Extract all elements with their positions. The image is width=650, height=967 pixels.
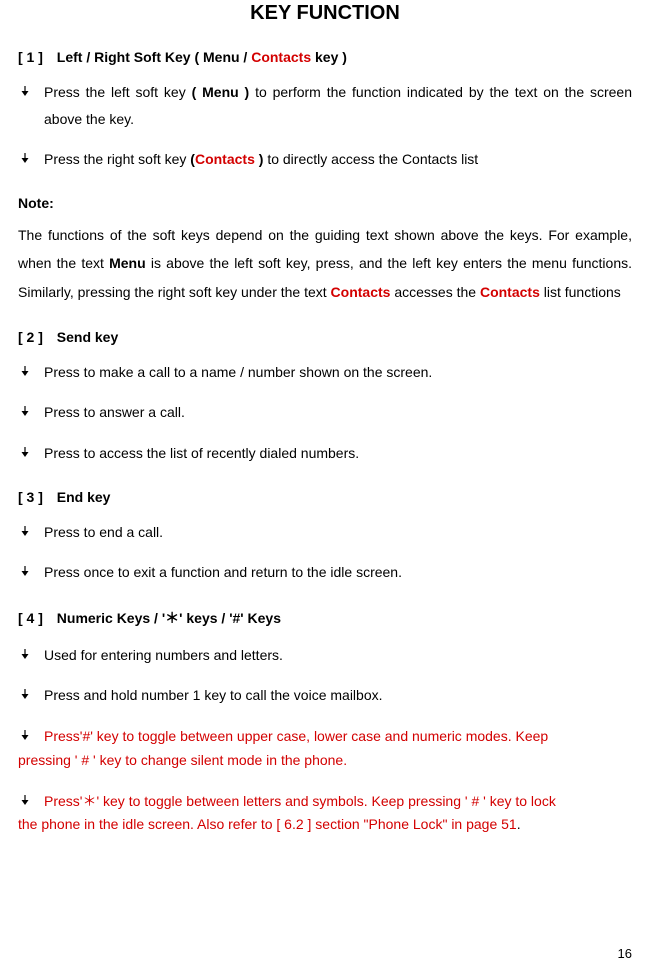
- list-item: Press and hold number 1 key to call the …: [18, 682, 632, 709]
- arrow-down-icon: [20, 153, 30, 163]
- document-page: KEY FUNCTION [ 1 ] Left / Right Soft Key…: [0, 2, 650, 967]
- arrow-down-icon: [20, 447, 30, 457]
- arrow-down-icon: [20, 689, 30, 699]
- section-2-heading: [ 2 ] Send key: [18, 329, 632, 345]
- page-number: 16: [618, 946, 632, 961]
- period: .: [517, 816, 521, 832]
- section-4-title: Numeric Keys / '＊' keys / '#' Keys: [57, 610, 281, 626]
- arrow-down-icon: [20, 566, 30, 576]
- continuation-text: pressing ' # ' key to change silent mode…: [18, 746, 632, 774]
- section-3-heading: [ 3 ] End key: [18, 489, 632, 505]
- arrow-down-icon: [20, 730, 30, 740]
- section-4-number: [ 4 ]: [18, 610, 43, 626]
- list-item: Press the right soft key (Contacts ) to …: [18, 146, 632, 173]
- bullet-text: Press and hold number 1 key to call the …: [44, 682, 632, 709]
- bullet-text: Press the right soft key (Contacts ) to …: [44, 146, 632, 173]
- section-3-title: End key: [57, 489, 111, 505]
- section-4-heading: [ 4 ] Numeric Keys / '＊' keys / '#' Keys: [18, 608, 632, 628]
- section-1-heading: [ 1 ] Left / Right Soft Key ( Menu / Con…: [18, 49, 632, 65]
- bullet-text: Press once to exit a function and return…: [44, 559, 632, 586]
- bullet-text: Press to end a call.: [44, 519, 632, 546]
- list-item: Press to make a call to a name / number …: [18, 359, 632, 386]
- section-1-number: [ 1 ]: [18, 49, 43, 65]
- bullet-text: Press the left soft key ( Menu ) to perf…: [44, 79, 632, 132]
- bullet-text: Press to make a call to a name / number …: [44, 359, 632, 386]
- continuation-text: the phone in the idle screen. Also refer…: [18, 810, 632, 838]
- arrow-down-icon: [20, 366, 30, 376]
- list-item: Press once to exit a function and return…: [18, 559, 632, 586]
- section-2-title: Send key: [57, 329, 118, 345]
- note-body: The functions of the soft keys depend on…: [18, 221, 632, 307]
- arrow-down-icon: [20, 406, 30, 416]
- note-label: Note:: [18, 195, 632, 211]
- arrow-down-icon: [20, 86, 30, 96]
- page-title: KEY FUNCTION: [18, 2, 632, 25]
- arrow-down-icon: [20, 795, 30, 805]
- arrow-down-icon: [20, 526, 30, 536]
- list-item: Press to end a call.: [18, 519, 632, 546]
- bullet-text: Press to answer a call.: [44, 399, 632, 426]
- bullet-text: Press to access the list of recently dia…: [44, 440, 632, 467]
- list-item: Press to access the list of recently dia…: [18, 440, 632, 467]
- list-item: Used for entering numbers and letters.: [18, 642, 632, 669]
- list-item: Press the left soft key ( Menu ) to perf…: [18, 79, 632, 132]
- bullet-text: Used for entering numbers and letters.: [44, 642, 632, 669]
- section-3-number: [ 3 ]: [18, 489, 43, 505]
- section-2-number: [ 2 ]: [18, 329, 43, 345]
- section-1-title-red: Contacts: [251, 49, 311, 65]
- section-1-title-pre: Left / Right Soft Key ( Menu /: [57, 49, 251, 65]
- arrow-down-icon: [20, 649, 30, 659]
- list-item: Press to answer a call.: [18, 399, 632, 426]
- section-1-title-post: key ): [311, 49, 347, 65]
